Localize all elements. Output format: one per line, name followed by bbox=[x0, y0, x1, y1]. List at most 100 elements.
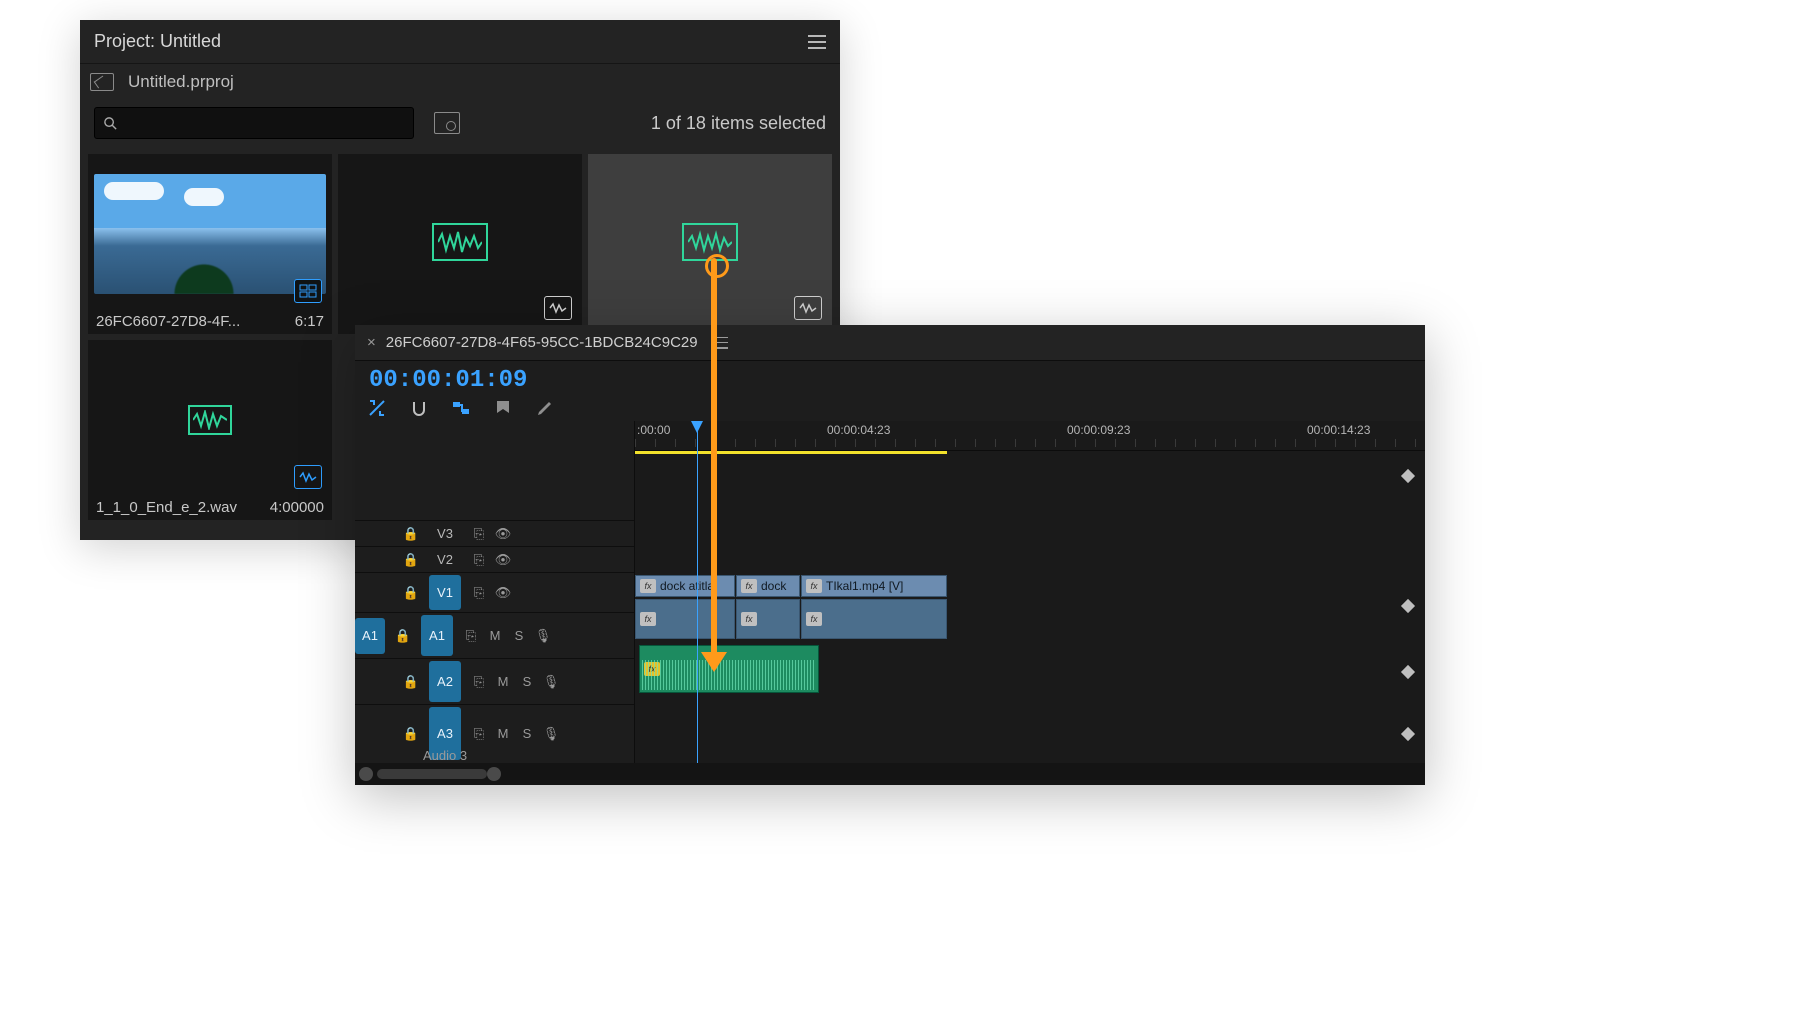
timeline-panel: × 26FC6607-27D8-4F65-95CC-1BDCB24C9C29 0… bbox=[355, 325, 1425, 785]
sync-lock-icon[interactable]: ⎘ bbox=[467, 674, 491, 690]
sequence-badge-icon bbox=[294, 279, 322, 303]
lock-icon[interactable]: 🔒 bbox=[399, 552, 423, 568]
playhead[interactable] bbox=[697, 421, 698, 763]
audio-clip[interactable]: fx bbox=[635, 599, 735, 639]
bin-up-icon[interactable] bbox=[90, 73, 114, 91]
solo-button[interactable]: S bbox=[515, 674, 539, 689]
track-header-v3[interactable]: 🔒 V3 ⎘ 👁 bbox=[355, 520, 634, 546]
ruler-label: 00:00:14:23 bbox=[1307, 423, 1370, 437]
new-search-bin-icon[interactable] bbox=[434, 112, 460, 134]
mute-button[interactable]: M bbox=[491, 726, 515, 741]
track-label[interactable]: V2 bbox=[429, 549, 461, 570]
voiceover-icon[interactable]: 🎙 bbox=[539, 726, 563, 742]
lock-icon[interactable]: 🔒 bbox=[399, 726, 423, 742]
voiceover-icon[interactable]: 🎙 bbox=[531, 628, 555, 644]
sync-lock-icon[interactable]: ⎘ bbox=[467, 552, 491, 568]
markers-icon[interactable] bbox=[493, 398, 513, 418]
video-clip[interactable]: fx dock bbox=[736, 575, 800, 597]
fx-badge-icon: fx bbox=[806, 612, 822, 626]
fx-badge-icon: fx bbox=[741, 612, 757, 626]
source-patch[interactable]: A1 bbox=[355, 618, 385, 654]
bin-item[interactable] bbox=[338, 154, 582, 334]
track-label[interactable]: V1 bbox=[429, 575, 461, 610]
search-input[interactable] bbox=[94, 107, 414, 139]
track-header-a2[interactable]: 🔒 A2 ⎘ M S 🎙 bbox=[355, 658, 634, 704]
solo-button[interactable]: S bbox=[515, 726, 539, 741]
bin-item-duration: 4:00000 bbox=[270, 499, 324, 516]
work-area-bar[interactable] bbox=[635, 451, 947, 454]
track-label[interactable]: V3 bbox=[429, 523, 461, 544]
sync-lock-icon[interactable]: ⎘ bbox=[459, 628, 483, 644]
lock-icon[interactable]: 🔒 bbox=[399, 585, 423, 601]
sync-lock-icon[interactable]: ⎘ bbox=[467, 585, 491, 601]
scroll-cap-icon[interactable] bbox=[487, 767, 501, 781]
track-label[interactable]: A2 bbox=[429, 661, 461, 702]
horizontal-scrollbar[interactable] bbox=[355, 763, 1425, 785]
lock-icon[interactable]: 🔒 bbox=[399, 526, 423, 542]
scroll-thumb[interactable] bbox=[377, 769, 487, 779]
audio-clip[interactable]: fx bbox=[736, 599, 800, 639]
music-clip-selected[interactable]: fx bbox=[639, 645, 819, 693]
audio-badge-icon bbox=[544, 296, 572, 320]
time-ruler[interactable]: :00:00 00:00:04:23 00:00:09:23 00:00:14:… bbox=[635, 421, 1425, 451]
sequence-thumbnail bbox=[94, 174, 326, 294]
mute-button[interactable]: M bbox=[483, 628, 507, 643]
audio-clip[interactable]: fx bbox=[801, 599, 947, 639]
clip-label: TIkal1.mp4 [V] bbox=[826, 579, 903, 593]
ruler-label: :00:00 bbox=[637, 423, 670, 437]
keyframe-column bbox=[1403, 471, 1415, 723]
sync-lock-icon[interactable]: ⎘ bbox=[467, 526, 491, 542]
ruler-label: 00:00:09:23 bbox=[1067, 423, 1130, 437]
fx-badge-icon: fx bbox=[741, 579, 757, 593]
video-clip[interactable]: fx dock atitla bbox=[635, 575, 735, 597]
track-headers: 🔒 V3 ⎘ 👁 🔒 V2 ⎘ 👁 🔒 V1 ⎘ 👁 A1 🔒 A1 bbox=[355, 421, 635, 763]
solo-button[interactable]: S bbox=[507, 628, 531, 643]
timecode[interactable]: 00:00:01:09 bbox=[355, 361, 1425, 394]
project-filename: Untitled.prproj bbox=[128, 72, 234, 92]
keyframe-diamond-icon[interactable] bbox=[1401, 469, 1415, 483]
eye-icon[interactable]: 👁 bbox=[491, 552, 515, 568]
keyframe-diamond-icon[interactable] bbox=[1401, 599, 1415, 613]
track-header-v1[interactable]: 🔒 V1 ⎘ 👁 bbox=[355, 572, 634, 612]
audio-waveform-icon bbox=[432, 223, 488, 261]
sequence-name: 26FC6607-27D8-4F65-95CC-1BDCB24C9C29 bbox=[386, 334, 698, 351]
bin-item[interactable]: 1_1_0_End_e_2.wav 4:00000 bbox=[88, 340, 332, 520]
project-breadcrumb: Untitled.prproj bbox=[80, 64, 840, 100]
lock-icon[interactable]: 🔒 bbox=[391, 628, 415, 644]
scroll-cap-icon[interactable] bbox=[359, 767, 373, 781]
eye-icon[interactable]: 👁 bbox=[491, 585, 515, 601]
bin-item-duration: 6:17 bbox=[295, 313, 324, 330]
track-header-a1[interactable]: A1 🔒 A1 ⎘ M S 🎙 bbox=[355, 612, 634, 658]
close-tab-icon[interactable]: × bbox=[367, 334, 376, 351]
fx-badge-icon: fx bbox=[806, 579, 822, 593]
project-title: Project: Untitled bbox=[94, 31, 221, 52]
bin-item[interactable]: 26FC6607-27D8-4F... 6:17 bbox=[88, 154, 332, 334]
audio-waveform-icon bbox=[188, 405, 232, 435]
nest-toggle-icon[interactable] bbox=[367, 398, 387, 418]
clip-label: dock atitla bbox=[660, 579, 714, 593]
track-header-v2[interactable]: 🔒 V2 ⎘ 👁 bbox=[355, 546, 634, 572]
keyframe-diamond-icon[interactable] bbox=[1401, 665, 1415, 679]
selection-status: 1 of 18 items selected bbox=[651, 113, 826, 134]
audio-badge-icon bbox=[294, 465, 322, 489]
bin-item-selected[interactable] bbox=[588, 154, 832, 334]
track-label[interactable]: A1 bbox=[421, 615, 453, 656]
sequence-menu-icon[interactable] bbox=[714, 337, 728, 349]
linked-selection-icon[interactable] bbox=[451, 398, 471, 418]
track-sublabel: Audio 3 bbox=[355, 748, 634, 763]
audio-waveform-icon bbox=[682, 223, 738, 261]
timeline-area[interactable]: :00:00 00:00:04:23 00:00:09:23 00:00:14:… bbox=[635, 421, 1425, 763]
voiceover-icon[interactable]: 🎙 bbox=[539, 674, 563, 690]
settings-icon[interactable] bbox=[535, 398, 555, 418]
eye-icon[interactable]: 👁 bbox=[491, 526, 515, 542]
sync-lock-icon[interactable]: ⎘ bbox=[467, 726, 491, 742]
project-toolbar: 1 of 18 items selected bbox=[80, 100, 840, 146]
panel-menu-icon[interactable] bbox=[808, 35, 826, 49]
search-icon bbox=[103, 116, 118, 131]
fx-badge-icon: fx bbox=[640, 612, 656, 626]
video-clip[interactable]: fx TIkal1.mp4 [V] bbox=[801, 575, 947, 597]
snap-icon[interactable] bbox=[409, 398, 429, 418]
lock-icon[interactable]: 🔒 bbox=[399, 674, 423, 690]
timeline-tab[interactable]: × 26FC6607-27D8-4F65-95CC-1BDCB24C9C29 bbox=[355, 325, 1425, 361]
mute-button[interactable]: M bbox=[491, 674, 515, 689]
